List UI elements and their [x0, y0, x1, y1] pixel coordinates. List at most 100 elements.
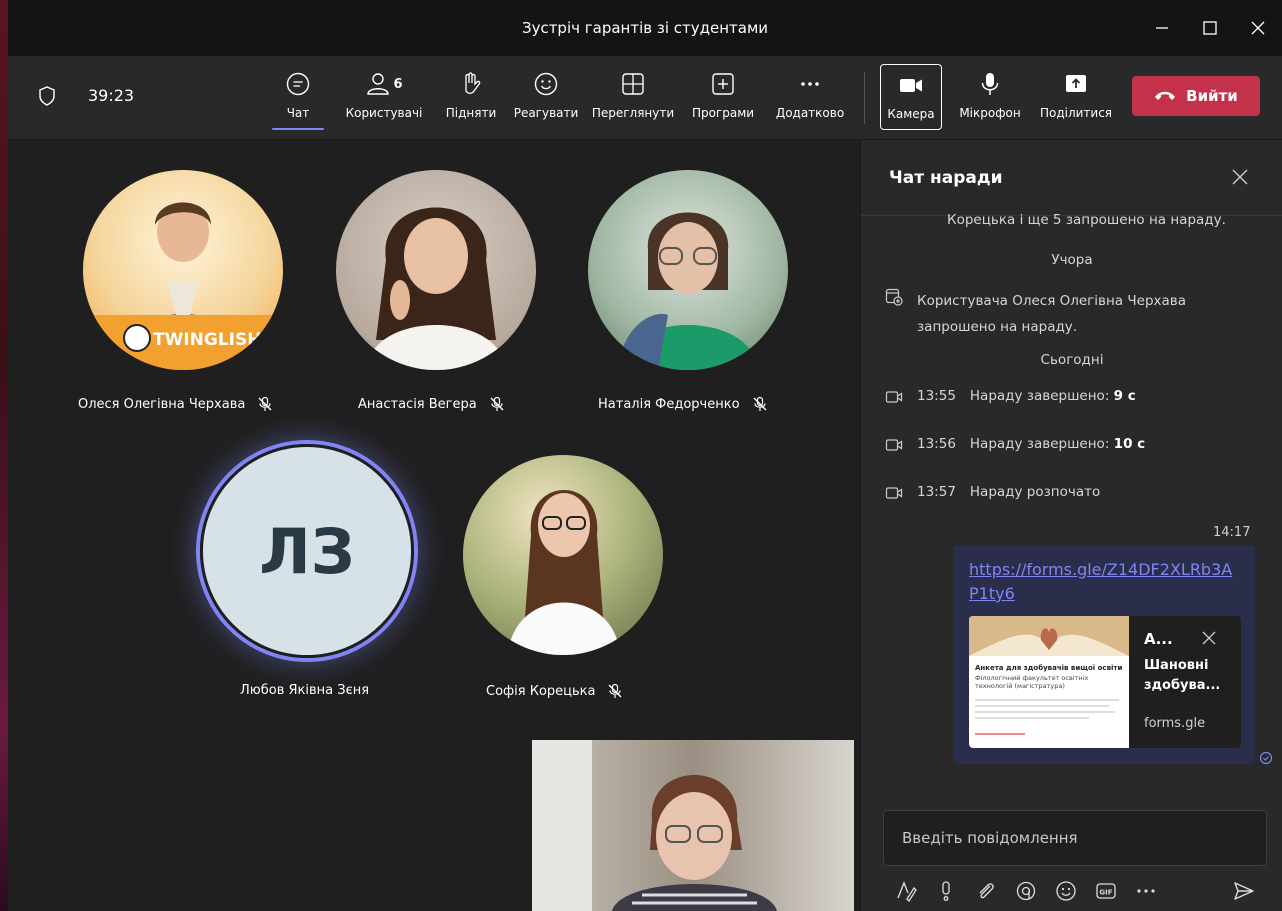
- close-icon: [1232, 169, 1248, 185]
- send-button[interactable]: [1231, 878, 1257, 904]
- event-text: Нараду розпочато: [969, 484, 1101, 500]
- people-count: 6: [393, 76, 403, 92]
- more-label: Додатково: [775, 106, 845, 120]
- more-button[interactable]: Додатково: [770, 68, 850, 132]
- link-preview-description: Шановні здобува...: [1144, 658, 1221, 693]
- close-icon: [1202, 631, 1216, 645]
- remove-preview-button[interactable]: [1201, 630, 1217, 650]
- video-stage: TWINGLISH Олеся Олегівна Черхава Анастас…: [8, 140, 860, 911]
- toolbar-divider: [864, 72, 865, 124]
- loop-button[interactable]: [1013, 878, 1039, 904]
- event-time: 13:55: [917, 388, 956, 404]
- seen-check-icon: [1259, 750, 1273, 769]
- react-button[interactable]: Реагувати: [510, 68, 582, 132]
- more-dots-icon: [1137, 889, 1155, 893]
- hang-up-icon: [1155, 91, 1176, 100]
- attach-button[interactable]: [973, 878, 999, 904]
- participant-photo: [463, 455, 663, 655]
- chat-button[interactable]: Чат: [272, 68, 324, 132]
- close-chat-button[interactable]: [1231, 168, 1249, 190]
- maximize-icon: [1203, 21, 1217, 35]
- date-divider: Учора: [1051, 252, 1093, 268]
- message-link[interactable]: https://forms.gle/Z14DF2XLRb3AP1ty6: [969, 558, 1239, 606]
- gif-button[interactable]: GIF: [1093, 878, 1119, 904]
- mic-off-icon: [608, 683, 622, 698]
- window-controls: [1138, 0, 1282, 56]
- more-options-button[interactable]: [1133, 878, 1159, 904]
- desktop-edge: [0, 0, 8, 911]
- link-preview-domain: forms.gle: [1144, 716, 1206, 731]
- grid-view-icon: [620, 68, 646, 100]
- microphone-icon: [977, 68, 1003, 100]
- react-label: Реагувати: [513, 106, 579, 120]
- svg-text:GIF: GIF: [1099, 889, 1112, 897]
- hand-icon: [458, 68, 484, 100]
- camera-button[interactable]: Камера: [880, 64, 942, 130]
- format-text-icon: [897, 881, 917, 902]
- share-button[interactable]: Поділитися: [1036, 68, 1116, 132]
- event-text-label: Нараду завершено:: [969, 436, 1110, 452]
- participant-name-text: Наталія Федорченко: [598, 396, 740, 412]
- participant-name-text: Любов Яківна Зєня: [240, 683, 370, 698]
- window-title: Зустріч гарантів зі студентами: [521, 19, 769, 37]
- event-text: Нараду завершено: 10 с: [970, 436, 1145, 452]
- share-label: Поділитися: [1039, 106, 1113, 120]
- leave-button[interactable]: Вийти: [1132, 76, 1260, 116]
- people-button[interactable]: 6 Користувачі: [342, 68, 426, 132]
- title-bar: Зустріч гарантів зі студентами: [8, 0, 1282, 56]
- participant-photo: [588, 170, 788, 370]
- participant-initials: ЛЗ: [259, 514, 355, 588]
- chat-header: Чат наради: [861, 140, 1282, 216]
- gif-icon: GIF: [1096, 883, 1116, 899]
- participant-name-text: Анастасія Вегера: [358, 396, 477, 412]
- self-video-preview[interactable]: [532, 740, 854, 911]
- exclamation-icon: [942, 881, 950, 901]
- mic-off-icon: [258, 396, 272, 411]
- message-timestamp: 14:17: [1213, 525, 1251, 540]
- chat-button-label: Чат: [286, 106, 310, 120]
- event-duration: 9 с: [1113, 388, 1136, 404]
- send-icon: [1234, 882, 1254, 900]
- mic-button[interactable]: Мікрофон: [954, 68, 1026, 132]
- calendar-add-icon: [885, 288, 903, 306]
- mic-off-icon: [490, 396, 504, 411]
- maximize-button[interactable]: [1186, 0, 1234, 56]
- participant-photo: TWINGLISH: [83, 170, 283, 370]
- emoji-button[interactable]: [1053, 878, 1079, 904]
- view-label: Переглянути: [591, 106, 675, 120]
- chat-title: Чат наради: [889, 168, 1003, 188]
- format-button[interactable]: [893, 878, 919, 904]
- view-button[interactable]: Переглянути: [588, 68, 678, 132]
- meeting-event: 13:57 Нараду розпочато: [885, 484, 1100, 502]
- event-time: 13:56: [917, 436, 956, 452]
- chat-icon: [285, 68, 311, 100]
- system-message: Користувача Олеся Олегівна Черхава запро…: [885, 288, 1237, 340]
- apps-button[interactable]: Програми: [686, 68, 760, 132]
- more-dots-icon: [797, 68, 823, 100]
- participant-name: Анастасія Вегера: [358, 396, 505, 412]
- raise-hand-button[interactable]: Підняти: [446, 68, 496, 132]
- compose-box[interactable]: [883, 810, 1267, 866]
- loop-icon: [1016, 881, 1036, 901]
- close-icon: [1251, 21, 1265, 35]
- participant-name: Наталія Федорченко: [598, 396, 768, 412]
- participant-name: Софія Корецька: [486, 683, 623, 699]
- chat-message-bubble[interactable]: https://forms.gle/Z14DF2XLRb3AP1ty6 Анке…: [953, 546, 1255, 764]
- event-duration: 10 с: [1113, 436, 1146, 452]
- thumbnail-title: Анкета для здобувачів вищої освіти: [975, 664, 1122, 672]
- smile-icon: [533, 68, 559, 100]
- raise-hand-label: Підняти: [445, 106, 497, 120]
- leave-label: Вийти: [1186, 87, 1238, 105]
- minimize-button[interactable]: [1138, 0, 1186, 56]
- meeting-chat-panel: Чат наради Корецька і ще 5 запрошено на …: [860, 140, 1282, 911]
- thumbnail-subtitle: Філологічний факультет освітніх технолог…: [975, 674, 1089, 690]
- compose-toolbar: GIF: [893, 878, 1159, 904]
- link-preview-card[interactable]: Анкета для здобувачів вищої освіти Філол…: [969, 616, 1241, 748]
- participant-name: Олеся Олегівна Черхава: [78, 396, 273, 412]
- priority-button[interactable]: [933, 878, 959, 904]
- close-window-button[interactable]: [1234, 0, 1282, 56]
- meeting-timer: 39:23: [88, 86, 135, 105]
- message-input[interactable]: [884, 811, 1266, 865]
- meeting-toolbar: 39:23 Чат 6 Користувачі Підняти Реагуват…: [8, 56, 1282, 140]
- people-button-label: Користувачі: [345, 106, 423, 120]
